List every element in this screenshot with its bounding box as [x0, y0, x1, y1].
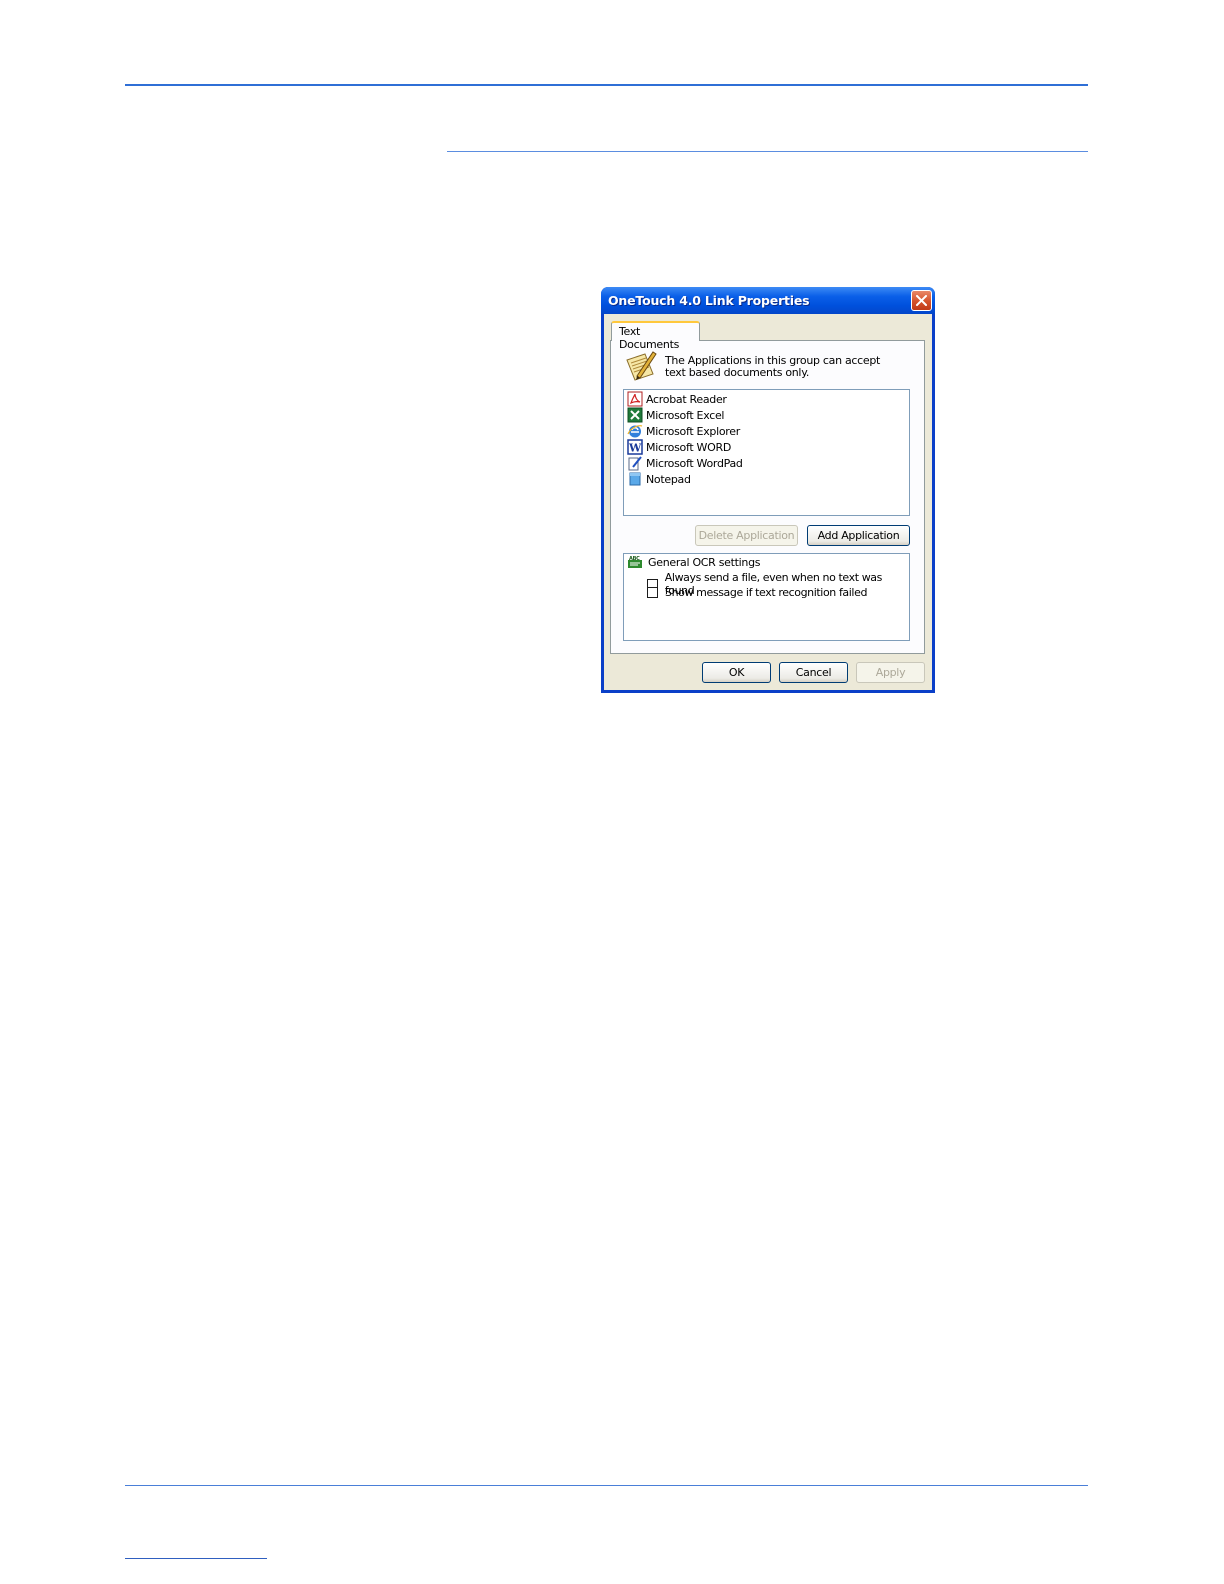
application-label: Acrobat Reader: [646, 392, 727, 406]
notepad-pencil-icon: [626, 351, 657, 381]
dialog-titlebar[interactable]: OneTouch 4.0 Link Properties: [601, 287, 935, 314]
cancel-button[interactable]: Cancel: [779, 662, 848, 683]
svg-text:W: W: [628, 442, 642, 455]
dialog-client: Text Documents The Applications in this …: [604, 314, 932, 690]
ocr-settings-icon: ABC: [627, 555, 643, 569]
link-properties-dialog: OneTouch 4.0 Link Properties Text Docume…: [601, 287, 935, 693]
tab-page: The Applications in this group can accep…: [610, 340, 925, 654]
list-item[interactable]: W Microsoft WORD: [627, 439, 731, 455]
list-item[interactable]: Microsoft Explorer: [627, 423, 740, 439]
close-button[interactable]: [911, 290, 932, 311]
section-rule: [447, 151, 1088, 152]
apply-button[interactable]: Apply: [856, 662, 925, 683]
application-list[interactable]: Acrobat Reader Microsoft Excel Microsoft…: [623, 389, 910, 516]
show-message-checkbox[interactable]: [647, 587, 658, 598]
list-item[interactable]: Microsoft WordPad: [627, 455, 743, 471]
ocr-heading-label: General OCR settings: [648, 555, 761, 569]
add-application-button[interactable]: Add Application: [807, 525, 910, 546]
dialog-title: OneTouch 4.0 Link Properties: [608, 293, 810, 308]
notepad-icon: [627, 471, 643, 487]
wordpad-icon: [627, 455, 643, 471]
application-label: Microsoft WORD: [646, 440, 732, 454]
internet-explorer-icon: [627, 423, 643, 439]
footer-rule: [125, 1485, 1088, 1486]
header-rule: [125, 84, 1088, 86]
close-icon: [916, 295, 927, 306]
application-label: Microsoft Excel: [646, 408, 725, 422]
ocr-settings-box: ABC General OCR settings Always send a f…: [623, 553, 910, 641]
list-item[interactable]: Notepad: [627, 471, 691, 487]
ocr-settings-heading: ABC General OCR settings: [627, 555, 761, 569]
group-description: The Applications in this group can accep…: [665, 354, 881, 379]
delete-application-button[interactable]: Delete Application: [695, 525, 798, 546]
option-show-message[interactable]: Show message if text recognition failed: [647, 586, 867, 599]
application-label: Microsoft Explorer: [646, 424, 740, 438]
list-item[interactable]: Acrobat Reader: [627, 391, 727, 407]
acrobat-icon: [627, 391, 643, 407]
option-label: Show message if text recognition failed: [665, 586, 868, 599]
footer-short-rule: [125, 1558, 267, 1559]
list-item[interactable]: Microsoft Excel: [627, 407, 725, 423]
application-label: Microsoft WordPad: [646, 456, 743, 470]
svg-text:ABC: ABC: [629, 556, 640, 562]
ok-button[interactable]: OK: [702, 662, 771, 683]
excel-icon: [627, 407, 643, 423]
word-icon: W: [627, 439, 643, 455]
application-label: Notepad: [646, 472, 691, 486]
tab-text-documents[interactable]: Text Documents: [611, 321, 700, 351]
